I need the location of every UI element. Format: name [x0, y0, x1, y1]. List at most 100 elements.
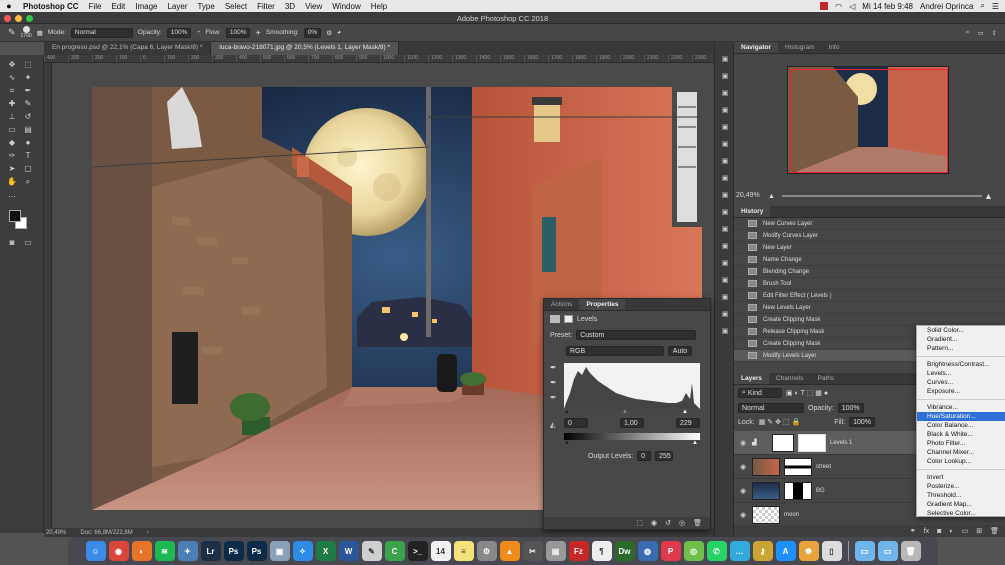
menu-item[interactable]: Threshold...	[917, 491, 1005, 500]
new-group-icon[interactable]: ▭	[962, 527, 969, 535]
output-sliders[interactable]: ▲ ▲	[564, 440, 700, 446]
search-icon[interactable]: ⌕	[980, 1, 984, 11]
tab-histogram[interactable]: Histogram	[778, 42, 822, 53]
folder-2-icon[interactable]: ▭	[877, 541, 898, 561]
navigator-zoom[interactable]: 20,49%	[736, 192, 760, 199]
layer-opacity-input[interactable]: 100%	[837, 403, 864, 413]
apple-icon[interactable]: ●	[0, 1, 18, 11]
history-item[interactable]: New Curves Layer	[734, 218, 1005, 230]
actions-icon[interactable]: ▣	[719, 326, 731, 338]
menu-window[interactable]: Window	[327, 2, 365, 11]
tab-layers[interactable]: Layers	[734, 373, 769, 384]
add-mask-icon[interactable]: ◙	[937, 528, 941, 535]
preset-select[interactable]: Custom	[576, 330, 697, 340]
layers-comp-icon[interactable]: ▣	[719, 190, 731, 202]
growl-icon[interactable]: ✺	[798, 541, 819, 561]
tor-icon[interactable]: ◎	[683, 541, 704, 561]
excel-icon[interactable]: X	[315, 541, 336, 561]
tab-properties[interactable]: Properties	[579, 299, 626, 310]
character-icon[interactable]: ▣	[719, 122, 731, 134]
airbrush-icon[interactable]: ✈	[255, 29, 260, 37]
lightroom-icon[interactable]: Lr	[200, 541, 221, 561]
more-tool-icon[interactable]: …	[6, 189, 18, 201]
mode-select[interactable]: Normal	[70, 27, 133, 38]
file-icon[interactable]: ▯	[821, 541, 842, 561]
red-status-icon[interactable]	[820, 2, 829, 10]
clone-source-icon[interactable]: ▣	[719, 71, 731, 83]
menu-type[interactable]: Type	[192, 2, 219, 11]
system-prefs-icon[interactable]: ⚙	[476, 541, 497, 561]
tab-info[interactable]: Info	[822, 42, 847, 53]
trash-icon[interactable]: 🗑	[693, 519, 702, 527]
clip-icon[interactable]: ◭	[550, 421, 555, 429]
eye-icon[interactable]: ◉	[738, 511, 748, 519]
chrome-icon[interactable]: ◉	[108, 541, 129, 561]
keychain-icon[interactable]: ⚷	[752, 541, 773, 561]
menu-select[interactable]: Select	[220, 2, 252, 11]
adjustment-layer-icon[interactable]: ◐	[949, 528, 953, 535]
menu-icon[interactable]: ☰	[992, 2, 999, 11]
brush-tool-icon[interactable]: ✎	[22, 98, 34, 110]
brush-panel-icon[interactable]: ▦	[37, 29, 43, 37]
archive-icon[interactable]: ▤	[545, 541, 566, 561]
menu-layer[interactable]: Layer	[162, 2, 192, 11]
libraries-icon[interactable]: ▣	[719, 275, 731, 287]
finder-icon[interactable]: ☺	[85, 541, 106, 561]
white-eyedropper-icon[interactable]: ✒	[550, 393, 557, 402]
menu-view[interactable]: View	[300, 2, 327, 11]
filezilla-icon[interactable]: Fz	[568, 541, 589, 561]
glyph-icon[interactable]: ▣	[719, 139, 731, 151]
zoom-in-icon[interactable]: ▲	[984, 191, 993, 201]
menu-item[interactable]: Gradient Map...	[917, 500, 1005, 509]
menu-item[interactable]: Invert	[917, 473, 1005, 482]
output-black-slider[interactable]: ▲	[564, 440, 570, 446]
vlc-icon[interactable]: ▲	[499, 541, 520, 561]
photoshop-icon[interactable]: Ps	[223, 541, 244, 561]
whatsapp-icon[interactable]: ✆	[706, 541, 727, 561]
layer-mask-thumbnail[interactable]	[784, 481, 812, 500]
styles-icon[interactable]: ▣	[719, 241, 731, 253]
black-eyedropper-icon[interactable]: ✒	[550, 363, 557, 372]
app-menu[interactable]: Photoshop CC	[18, 2, 84, 11]
menu-item[interactable]: Selective Color...	[917, 509, 1005, 518]
photoshop-2-icon[interactable]: Ps	[246, 541, 267, 561]
output-white-field[interactable]: 255	[655, 451, 674, 461]
crop-tool-icon[interactable]: ⌗	[6, 85, 18, 97]
eye-icon[interactable]: ◉	[738, 463, 748, 471]
black-point-slider[interactable]: ▲	[564, 409, 570, 415]
share-icon[interactable]: ⇪	[992, 29, 997, 37]
swatches-icon[interactable]: ▣	[719, 156, 731, 168]
layer-mask-thumbnail[interactable]	[784, 457, 812, 476]
mask-icon[interactable]	[564, 315, 573, 323]
view-previous-icon[interactable]: ◉	[651, 519, 657, 527]
gamma-slider[interactable]: ▲	[622, 409, 628, 415]
shape-tool-icon[interactable]: ▢	[22, 163, 34, 175]
gear-icon[interactable]: ⚙	[326, 29, 332, 37]
wifi-icon[interactable]: ◠	[835, 2, 842, 11]
safari-icon[interactable]: ✧	[292, 541, 313, 561]
opacity-input[interactable]: 100%	[166, 27, 192, 38]
screen-mode-icon[interactable]: ▭	[22, 237, 34, 249]
firefox-icon[interactable]: ◐	[131, 541, 152, 561]
channel-select[interactable]: RGB	[566, 346, 664, 356]
navigator-thumbnail[interactable]	[787, 66, 949, 174]
marquee-tool-icon[interactable]: ⬚	[22, 59, 34, 71]
notes-icon[interactable]: ≡	[453, 541, 474, 561]
adjustments-icon[interactable]: ▣	[719, 88, 731, 100]
lock-icons[interactable]: ▦ ✎ ✥ ⬚ 🔒	[759, 418, 800, 426]
flow-input[interactable]: 100%	[225, 27, 251, 38]
type-icon[interactable]: ▣	[719, 224, 731, 236]
move-tool-icon[interactable]: ✥	[6, 59, 18, 71]
info-icon[interactable]: ▣	[719, 309, 731, 321]
messages-icon[interactable]: …	[729, 541, 750, 561]
tab-navigator[interactable]: Navigator	[734, 42, 778, 53]
white-point-slider[interactable]: ▲	[682, 409, 688, 415]
search-icon[interactable]: ⌕	[966, 29, 970, 37]
workspace-icon[interactable]: ▭	[977, 29, 983, 37]
input-black-field[interactable]: 0	[564, 418, 588, 428]
calendar-icon[interactable]: 14	[430, 541, 451, 561]
new-layer-icon[interactable]: ⊞	[976, 527, 982, 535]
color-icon[interactable]: ▣	[719, 173, 731, 185]
menu-item[interactable]: Brightness/Contrast...	[917, 360, 1005, 369]
clip-to-layer-icon[interactable]: ⬚	[636, 519, 643, 527]
